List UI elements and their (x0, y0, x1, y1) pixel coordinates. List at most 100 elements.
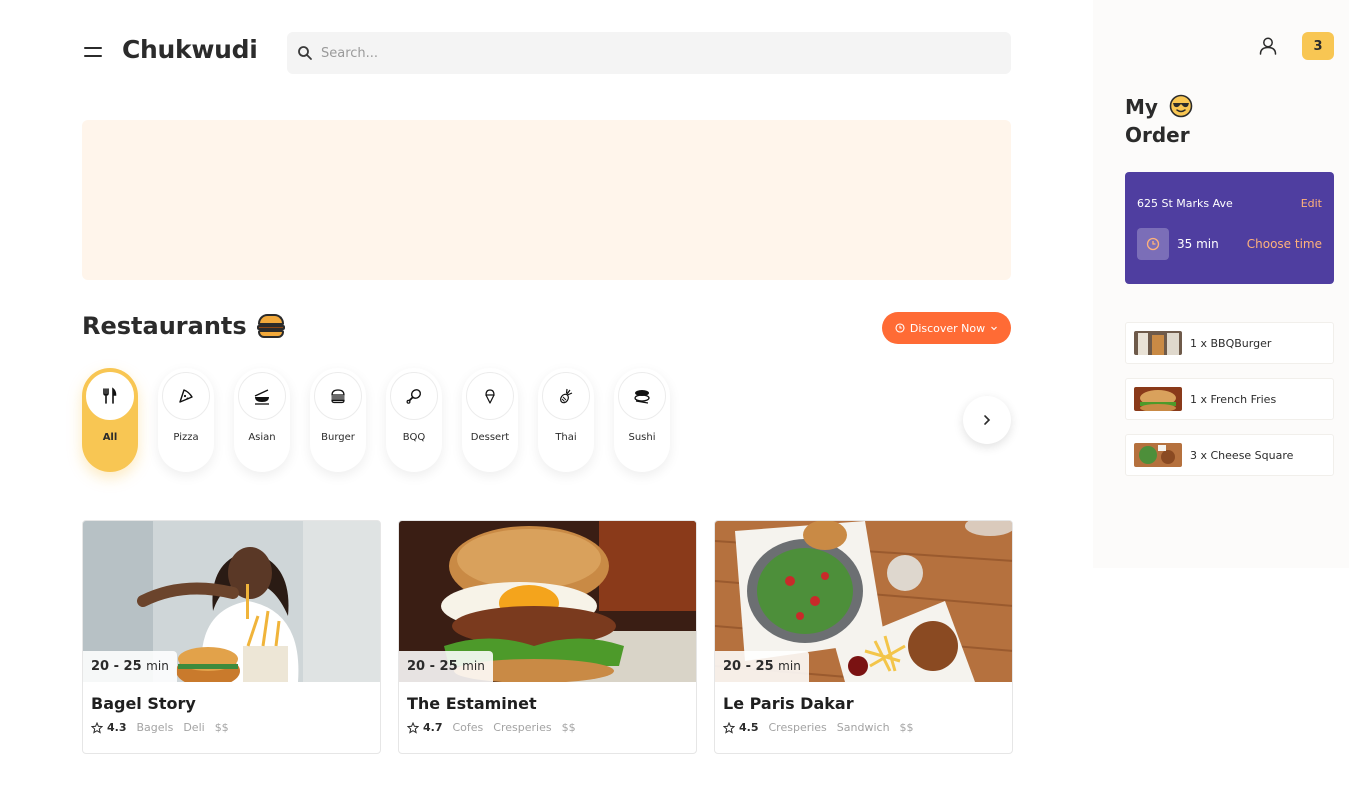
order-item-label: 1 x BBQBurger (1190, 336, 1272, 350)
restaurant-tag: Cresperies (768, 721, 827, 734)
restaurant-meta: 4.7 Cofes Cresperies $$ (407, 721, 688, 734)
order-title: My Order (1125, 93, 1245, 149)
delivery-time-value: 20 - 25 (723, 659, 774, 674)
rating-value: 4.3 (107, 721, 127, 734)
category-icon-wrap (618, 372, 666, 420)
restaurant-tag: Sandwich (836, 721, 890, 734)
restaurant-tag: Bagels (136, 721, 174, 734)
category-icon-wrap (162, 372, 210, 420)
search-input[interactable] (321, 45, 961, 61)
order-item-thumbnail (1134, 443, 1182, 467)
category-icon-wrap (238, 372, 286, 420)
restaurant-name: Bagel Story (91, 694, 196, 713)
order-item[interactable]: 1 x French Fries (1125, 378, 1334, 420)
chevron-right-icon (984, 415, 991, 425)
category-label: BQQ (402, 432, 426, 443)
rating-value: 4.7 (423, 721, 443, 734)
restaurant-card[interactable]: 20 - 25 min Bagel Story 4.3 Bagels Deli … (82, 520, 381, 754)
edit-address-link[interactable]: Edit (1301, 197, 1322, 210)
search-icon (298, 46, 312, 60)
burger-emoji-icon (256, 314, 285, 338)
delivery-time-value: 20 - 25 (407, 659, 458, 674)
restaurant-list: 20 - 25 min Bagel Story 4.3 Bagels Deli … (82, 520, 1013, 754)
discover-now-button[interactable]: Discover Now (882, 312, 1011, 344)
category-thai[interactable]: Thai (538, 368, 594, 472)
rating-value: 4.5 (739, 721, 759, 734)
restaurant-name: Le Paris Dakar (723, 694, 854, 713)
category-label: Dessert (470, 432, 510, 443)
rating: 4.3 (91, 721, 127, 734)
category-burger[interactable]: Burger (310, 368, 366, 472)
delivery-address: 625 St Marks Ave (1137, 197, 1233, 210)
category-label: Sushi (628, 432, 656, 443)
category-pizza[interactable]: Pizza (158, 368, 214, 472)
delivery-time-unit: min (462, 659, 485, 673)
order-title-line1: My (1125, 95, 1158, 119)
pizza-icon (179, 389, 193, 403)
category-label: Burger (321, 432, 355, 443)
brand-title: Chukwudi (122, 35, 258, 64)
category-all[interactable]: All (82, 368, 138, 472)
ice-cream-icon (485, 389, 495, 404)
category-list: All Pizza Asian Burger BQQ Dessert Thai … (82, 368, 670, 472)
category-dessert[interactable]: Dessert (462, 368, 518, 472)
category-label: All (102, 432, 118, 443)
drumstick-icon (406, 389, 422, 404)
restaurant-card[interactable]: 20 - 25 min Le Paris Dakar 4.5 Cresperie… (714, 520, 1013, 754)
restaurant-tag: Cresperies (493, 721, 552, 734)
asian-icon (254, 389, 269, 405)
menu-icon-bar (84, 55, 102, 57)
star-icon (91, 721, 103, 734)
categories-next-button[interactable] (963, 396, 1011, 444)
order-sidebar (1093, 0, 1349, 568)
choose-time-link[interactable]: Choose time (1247, 237, 1322, 251)
restaurant-tag: Cofes (452, 721, 484, 734)
order-item-label: 3 x Cheese Square (1190, 448, 1294, 462)
category-bqq[interactable]: BQQ (386, 368, 442, 472)
clock-icon (1146, 237, 1160, 251)
cool-face-emoji-icon (1169, 94, 1193, 118)
category-icon-wrap (86, 372, 134, 420)
category-label: Thai (555, 432, 577, 443)
restaurant-name: The Estaminet (407, 694, 537, 713)
restaurant-tag: Deli (183, 721, 205, 734)
promo-banner[interactable] (82, 120, 1011, 280)
restaurant-price: $$ (561, 721, 576, 734)
star-icon (407, 721, 419, 734)
pineapple-icon (560, 388, 573, 404)
menu-icon-bar (84, 47, 102, 49)
category-asian[interactable]: Asian (234, 368, 290, 472)
restaurants-heading: Restaurants (82, 312, 285, 340)
delivery-eta: 35 min (1177, 237, 1219, 251)
cart-count-badge[interactable]: 3 (1302, 32, 1334, 60)
menu-button[interactable] (82, 41, 104, 63)
category-icon-wrap (542, 372, 590, 420)
rating: 4.5 (723, 721, 759, 734)
restaurant-photo: 20 - 25 min (715, 521, 1012, 682)
delivery-time-unit: min (146, 659, 169, 673)
search-bar[interactable] (287, 32, 1011, 74)
delivery-time: 20 - 25 min (399, 651, 493, 682)
order-item[interactable]: 3 x Cheese Square (1125, 434, 1334, 476)
delivery-time-unit: min (778, 659, 801, 673)
order-item[interactable]: 1 x BBQBurger (1125, 322, 1334, 364)
restaurant-meta: 4.5 Cresperies Sandwich $$ (723, 721, 1004, 734)
order-item-label: 1 x French Fries (1190, 392, 1277, 406)
cutlery-icon (103, 387, 117, 404)
chevron-down-icon (991, 326, 998, 331)
star-icon (723, 721, 735, 734)
restaurant-meta: 4.3 Bagels Deli $$ (91, 721, 372, 734)
clock-icon (895, 323, 905, 333)
restaurant-card[interactable]: 20 - 25 min The Estaminet 4.7 Cofes Cres… (398, 520, 697, 754)
category-sushi[interactable]: Sushi (614, 368, 670, 472)
category-icon-wrap (314, 372, 362, 420)
restaurant-price: $$ (899, 721, 914, 734)
restaurant-photo: 20 - 25 min (399, 521, 696, 682)
category-icon-wrap (466, 372, 514, 420)
restaurant-photo: 20 - 25 min (83, 521, 380, 682)
delivery-time: 20 - 25 min (83, 651, 177, 682)
restaurants-title: Restaurants (82, 312, 247, 340)
burger-icon (331, 389, 345, 404)
user-icon[interactable] (1257, 35, 1279, 57)
restaurant-price: $$ (214, 721, 229, 734)
